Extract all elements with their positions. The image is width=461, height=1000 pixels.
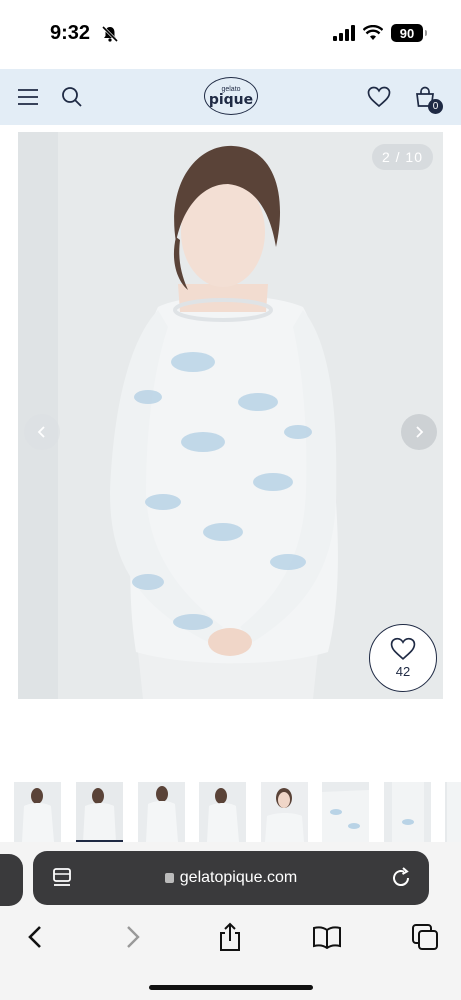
cellular-signal-icon bbox=[333, 25, 355, 41]
previous-tab-preview[interactable] bbox=[0, 854, 23, 906]
lock-icon bbox=[164, 873, 174, 883]
hamburger-menu-icon[interactable] bbox=[14, 83, 42, 111]
next-image-button[interactable] bbox=[401, 414, 437, 450]
previous-image-button[interactable] bbox=[24, 414, 60, 450]
address-bar[interactable]: gelatopique.com bbox=[33, 851, 429, 905]
share-icon[interactable] bbox=[215, 922, 245, 952]
product-image-gallery[interactable]: 2 / 10 42 bbox=[18, 132, 443, 699]
url-display[interactable]: gelatopique.com bbox=[33, 869, 429, 887]
thumbnail-7[interactable] bbox=[384, 782, 431, 842]
search-icon[interactable] bbox=[58, 83, 86, 111]
favorite-button[interactable]: 42 bbox=[369, 624, 437, 692]
bell-slash-icon bbox=[101, 25, 119, 43]
wifi-icon bbox=[363, 25, 383, 40]
forward-icon[interactable] bbox=[118, 922, 148, 952]
brand-logo[interactable]: gelato pique bbox=[204, 77, 258, 115]
back-icon[interactable] bbox=[20, 922, 50, 952]
thumbnail-5[interactable] bbox=[261, 782, 308, 842]
thumbnail-3[interactable] bbox=[138, 782, 185, 842]
home-indicator[interactable] bbox=[149, 985, 313, 990]
site-header: gelato pique 0 bbox=[0, 69, 461, 125]
status-indicators: 90 bbox=[333, 24, 427, 42]
thumbnail-1[interactable] bbox=[14, 782, 61, 842]
product-photo bbox=[18, 132, 443, 699]
reload-icon[interactable] bbox=[389, 866, 413, 890]
tabs-icon[interactable] bbox=[410, 922, 440, 952]
bookmarks-icon[interactable] bbox=[312, 922, 342, 952]
logo-main-text: pique bbox=[208, 91, 254, 108]
thumbnail-2[interactable] bbox=[76, 782, 123, 842]
battery-icon: 90 bbox=[391, 24, 427, 42]
heart-icon[interactable] bbox=[365, 83, 393, 111]
chevron-right-icon bbox=[416, 426, 424, 438]
battery-level: 90 bbox=[399, 25, 415, 41]
browser-toolbar: gelatopique.com bbox=[0, 842, 461, 1000]
status-time: 9:32 bbox=[50, 22, 91, 44]
thumbnail-strip[interactable] bbox=[0, 782, 461, 842]
heart-outline-icon bbox=[390, 637, 416, 660]
image-counter: 2 / 10 bbox=[371, 144, 433, 170]
cart-count-badge: 0 bbox=[428, 99, 443, 114]
favorite-count: 42 bbox=[395, 664, 411, 679]
thumbnail-8[interactable] bbox=[445, 782, 461, 842]
url-text: gelatopique.com bbox=[179, 869, 298, 886]
thumbnail-6[interactable] bbox=[322, 782, 369, 842]
shopping-bag-icon[interactable]: 0 bbox=[411, 83, 443, 114]
thumbnail-4[interactable] bbox=[199, 782, 246, 842]
status-bar: 9:32 90 bbox=[0, 0, 461, 68]
chevron-left-icon bbox=[37, 426, 45, 438]
